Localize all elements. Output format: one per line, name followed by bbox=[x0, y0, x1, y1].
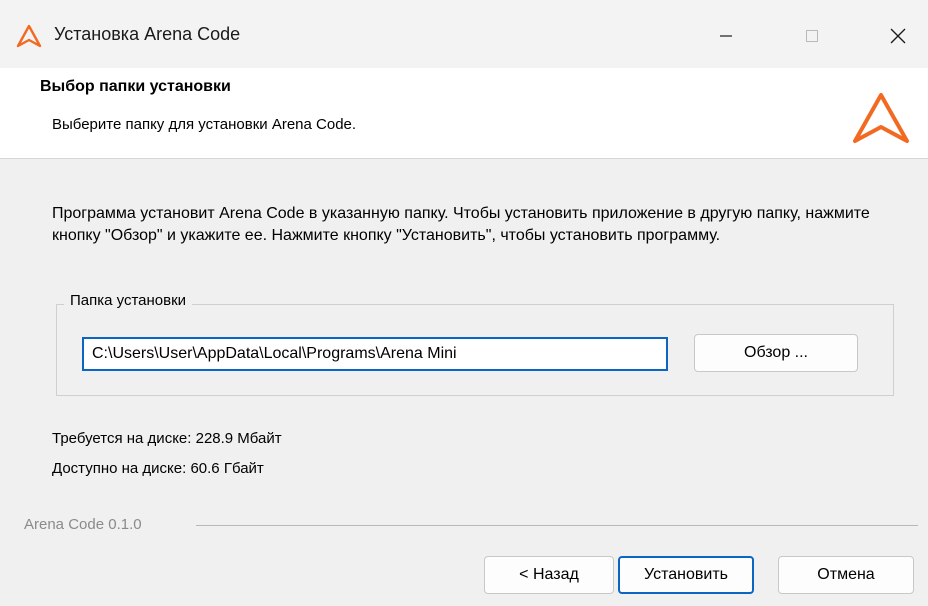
cancel-button[interactable]: Отмена bbox=[778, 556, 914, 594]
minimize-button[interactable] bbox=[696, 16, 756, 56]
back-button[interactable]: < Назад bbox=[484, 556, 614, 594]
page-subtitle: Выберите папку для установки Arena Code. bbox=[52, 116, 357, 133]
installer-window: Установка Arena Code Выбор папки установ… bbox=[0, 0, 928, 606]
install-folder-label: Папка установки bbox=[64, 292, 193, 309]
install-description: Программа установит Arena Code в указанн… bbox=[52, 205, 870, 244]
maximize-button[interactable] bbox=[782, 16, 842, 56]
window-title: Установка Arena Code bbox=[54, 24, 241, 44]
space-required-text: Требуется на диске: 228.9 Мбайт bbox=[52, 430, 282, 447]
browse-button[interactable]: Обзор ... bbox=[694, 334, 858, 372]
page-title: Выбор папки установки bbox=[40, 78, 231, 95]
version-label: Arena Code 0.1.0 bbox=[24, 516, 142, 533]
close-icon bbox=[890, 28, 906, 44]
footer-divider bbox=[196, 525, 918, 526]
install-path-input[interactable] bbox=[82, 337, 668, 371]
install-button[interactable]: Установить bbox=[618, 556, 754, 594]
maximize-icon bbox=[806, 30, 818, 42]
close-button[interactable] bbox=[868, 16, 928, 56]
space-available-text: Доступно на диске: 60.6 Гбайт bbox=[52, 460, 264, 477]
page-header: Выбор папки установки Выберите папку для… bbox=[0, 68, 928, 159]
arena-logo-icon bbox=[853, 93, 909, 143]
title-bar[interactable]: Установка Arena Code bbox=[0, 0, 928, 68]
minimize-icon bbox=[720, 35, 732, 37]
app-logo-icon bbox=[16, 24, 42, 48]
